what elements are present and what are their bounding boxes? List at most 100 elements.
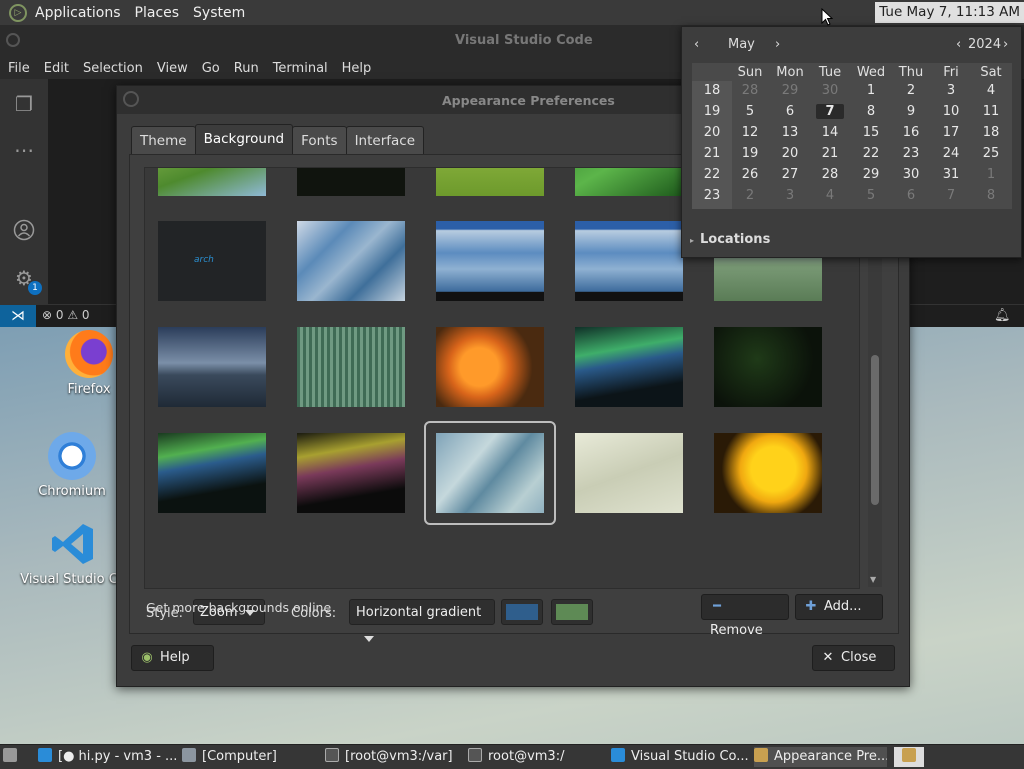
- tab-interface[interactable]: Interface: [345, 126, 425, 155]
- calendar-day[interactable]: 5: [851, 188, 891, 203]
- calendar-day[interactable]: 30: [810, 83, 850, 98]
- calendar-day[interactable]: 8: [851, 104, 891, 119]
- calendar-day[interactable]: 12: [730, 125, 770, 140]
- close-button[interactable]: ✕ Close: [812, 645, 895, 671]
- wallpaper-thumb-archlinux[interactable]: arch: [158, 221, 266, 301]
- calendar-day[interactable]: 10: [931, 104, 971, 119]
- more-backgrounds-link[interactable]: Get more backgrounds online: [146, 600, 331, 615]
- tab-theme[interactable]: Theme: [131, 126, 196, 155]
- tab-fonts[interactable]: Fonts: [292, 126, 347, 155]
- clock[interactable]: Tue May 7, 11:13 AM: [875, 2, 1024, 23]
- calendar-day[interactable]: 1: [971, 167, 1011, 182]
- secondary-color-button[interactable]: [551, 599, 593, 625]
- explorer-icon[interactable]: ❐: [13, 93, 35, 115]
- prev-month-icon[interactable]: ‹: [694, 37, 699, 52]
- show-desktop-button[interactable]: [3, 747, 25, 767]
- wallpaper-thumb[interactable]: [297, 327, 405, 407]
- window-control-icon[interactable]: [123, 91, 139, 107]
- calendar-day-today[interactable]: 7: [816, 104, 844, 119]
- task-item[interactable]: [Computer]: [182, 747, 320, 767]
- wallpaper-thumb[interactable]: [575, 433, 683, 513]
- scrollbar-thumb[interactable]: [871, 355, 879, 505]
- window-control-icon[interactable]: [6, 33, 20, 47]
- primary-color-button[interactable]: [501, 599, 543, 625]
- bell-icon[interactable]: 🔔︎: [994, 308, 1011, 323]
- wallpaper-thumb[interactable]: [436, 327, 544, 407]
- calendar-day[interactable]: 1: [851, 83, 891, 98]
- menu-selection[interactable]: Selection: [83, 61, 143, 76]
- task-item-active[interactable]: Appearance Pre...: [754, 747, 887, 767]
- remote-icon[interactable]: ⋊: [0, 305, 36, 327]
- wallpaper-thumb[interactable]: [714, 433, 822, 513]
- next-month-icon[interactable]: ›: [775, 37, 780, 52]
- calendar-day[interactable]: 4: [971, 83, 1011, 98]
- calendar-day[interactable]: 5: [730, 104, 770, 119]
- wallpaper-thumb[interactable]: [158, 327, 266, 407]
- places-menu[interactable]: Places: [135, 5, 180, 21]
- wallpaper-thumb[interactable]: [714, 327, 822, 407]
- menu-view[interactable]: View: [157, 61, 188, 76]
- menu-go[interactable]: Go: [202, 61, 220, 76]
- task-item[interactable]: root@vm3:/: [468, 747, 606, 767]
- wallpaper-thumb[interactable]: [575, 221, 683, 301]
- calendar-day[interactable]: 8: [971, 188, 1011, 203]
- next-year-icon[interactable]: ›: [1003, 37, 1008, 52]
- task-item[interactable]: [● hi.py - vm3 - ...: [38, 747, 178, 767]
- menu-help[interactable]: Help: [342, 61, 372, 76]
- calendar-day[interactable]: 2: [730, 188, 770, 203]
- calendar-day[interactable]: 29: [770, 83, 810, 98]
- wallpaper-thumb[interactable]: [158, 433, 266, 513]
- calendar-day[interactable]: 3: [931, 83, 971, 98]
- prev-year-icon[interactable]: ‹: [956, 37, 961, 52]
- locations-expander[interactable]: ▸ Locations: [690, 232, 770, 247]
- calendar-day[interactable]: 19: [730, 146, 770, 161]
- calendar-day[interactable]: 28: [730, 83, 770, 98]
- workspace-switcher[interactable]: [894, 747, 924, 767]
- calendar-day[interactable]: 23: [891, 146, 931, 161]
- calendar-day[interactable]: 16: [891, 125, 931, 140]
- calendar-day[interactable]: 22: [851, 146, 891, 161]
- calendar-day[interactable]: 30: [891, 167, 931, 182]
- calendar-day[interactable]: 11: [971, 104, 1011, 119]
- colors-combo[interactable]: Horizontal gradient: [349, 599, 495, 642]
- help-button[interactable]: ◉ Help: [131, 645, 214, 671]
- calendar-day[interactable]: 2: [891, 83, 931, 98]
- scroll-down-icon[interactable]: ▼: [870, 575, 876, 584]
- calendar-day[interactable]: 28: [810, 167, 850, 182]
- account-icon[interactable]: [13, 219, 35, 241]
- calendar-day[interactable]: 17: [931, 125, 971, 140]
- calendar-day[interactable]: 13: [770, 125, 810, 140]
- calendar-day[interactable]: 20: [770, 146, 810, 161]
- calendar-day[interactable]: 6: [770, 104, 810, 119]
- wallpaper-thumb[interactable]: [436, 168, 544, 196]
- system-menu[interactable]: System: [193, 5, 245, 21]
- calendar-day[interactable]: 3: [770, 188, 810, 203]
- menu-file[interactable]: File: [8, 61, 30, 76]
- wallpaper-thumb[interactable]: [436, 221, 544, 301]
- calendar-day[interactable]: 9: [891, 104, 931, 119]
- calendar-day[interactable]: 31: [931, 167, 971, 182]
- wallpaper-thumb[interactable]: [297, 168, 405, 196]
- remove-button[interactable]: ━ Remove: [701, 594, 789, 638]
- calendar-day[interactable]: 18: [971, 125, 1011, 140]
- calendar-day[interactable]: 14: [810, 125, 850, 140]
- desktop-icon-chromium[interactable]: Chromium: [22, 432, 122, 499]
- calendar-day[interactable]: 4: [810, 188, 850, 203]
- task-item[interactable]: Visual Studio Co...: [611, 747, 751, 767]
- calendar-day[interactable]: 24: [931, 146, 971, 161]
- add-button[interactable]: ✚ Add...: [795, 594, 883, 620]
- problems-count[interactable]: ⊗ 0 ⚠ 0: [42, 308, 90, 322]
- wallpaper-thumb[interactable]: [158, 168, 266, 196]
- desktop-icon-vscode[interactable]: Visual Studio Co: [18, 520, 128, 587]
- calendar-day[interactable]: 7: [931, 188, 971, 203]
- calendar-day[interactable]: 6: [891, 188, 931, 203]
- wallpaper-thumb-selected[interactable]: [424, 421, 556, 525]
- task-item[interactable]: [root@vm3:/var]: [325, 747, 463, 767]
- menu-edit[interactable]: Edit: [44, 61, 69, 76]
- calendar-day[interactable]: 21: [810, 146, 850, 161]
- tab-background[interactable]: Background: [194, 124, 294, 155]
- calendar-day[interactable]: 25: [971, 146, 1011, 161]
- wallpaper-thumb[interactable]: [575, 168, 683, 196]
- calendar-day[interactable]: 26: [730, 167, 770, 182]
- calendar-day[interactable]: 27: [770, 167, 810, 182]
